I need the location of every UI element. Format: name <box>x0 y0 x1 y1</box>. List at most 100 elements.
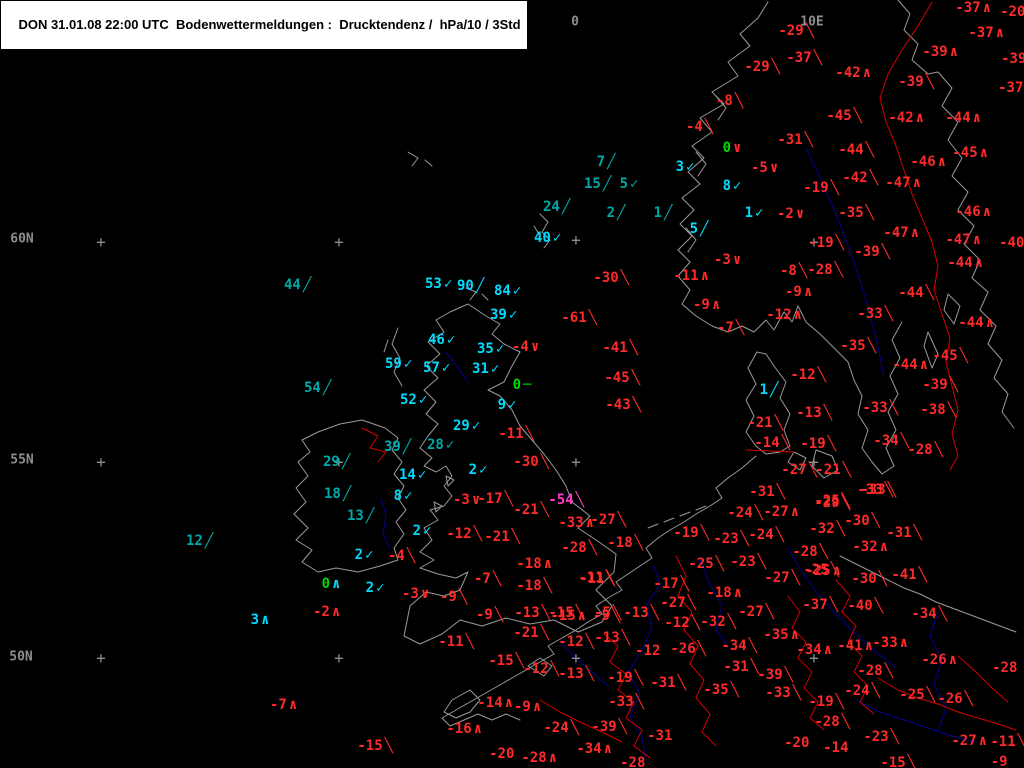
pressure-tendency-value: -41 <box>837 638 863 654</box>
pressure-tendency-value: -19 <box>607 670 633 686</box>
pressure-tendency-value: 15 <box>583 176 601 192</box>
tendency-symbol: ∧ <box>504 695 514 711</box>
tendency-symbol: ╲ <box>947 402 957 418</box>
station-report: -41 ╲ <box>602 341 638 355</box>
station-report: 5 ✓ <box>620 177 639 191</box>
pressure-tendency-value: 44 <box>283 277 301 293</box>
pressure-tendency-value: -34 <box>873 433 899 449</box>
pressure-tendency-value: -2 <box>312 604 330 620</box>
graticule-cross: + <box>334 648 344 668</box>
station-report: -13 ╲ <box>558 667 594 681</box>
station-report: -32 ╲ <box>809 522 845 536</box>
graticule-cross: + <box>334 232 344 252</box>
tendency-symbol: ╲ <box>687 595 697 611</box>
pressure-tendency-value: -21 <box>815 462 841 478</box>
station-report: -44 ∧ <box>958 316 994 330</box>
pressure-tendency-value: -27 <box>738 604 764 620</box>
station-report: -27 ∧ <box>951 734 987 748</box>
pressure-tendency-value: -25 <box>803 562 829 578</box>
station-report: -26 ∧ <box>921 653 957 667</box>
station-report: 35 ✓ <box>477 342 504 356</box>
pressure-tendency-value: 5 <box>619 176 629 192</box>
weather-map: ++++++++++++60N55N50N20W10W010E 17╱7╱15╱… <box>0 0 1024 768</box>
tendency-symbol: ╲ <box>805 23 815 39</box>
pressure-tendency-value: -27 <box>590 512 616 528</box>
tendency-symbol: ╱ <box>204 533 214 549</box>
pressure-tendency-value: 5 <box>689 221 699 237</box>
station-report: -39 ╲ <box>757 668 793 682</box>
pressure-tendency-value: -31 <box>886 525 912 541</box>
station-report: -24 ╲ <box>543 721 579 735</box>
pressure-tendency-value: -28 <box>992 660 1018 676</box>
station-report: 3 ✓ <box>676 160 695 174</box>
pressure-tendency-value: -5 <box>592 608 610 624</box>
tendency-symbol: ╱ <box>617 205 626 221</box>
station-report: -11 ╲ <box>498 427 534 441</box>
pressure-tendency-value: -33 <box>765 685 791 701</box>
pressure-tendency-value: 1 <box>744 205 754 221</box>
pressure-tendency-value: -9 <box>475 607 493 623</box>
pressure-tendency-value: 29 <box>452 418 470 434</box>
station-report: 0 ─ <box>513 378 532 392</box>
station-report: -27 ╲ <box>781 463 817 477</box>
pressure-tendency-value: -41 <box>602 340 628 356</box>
station-report: -11 ╲ <box>438 635 474 649</box>
tendency-symbol: ✓ <box>508 397 517 413</box>
station-report: -39 ╲ <box>591 720 627 734</box>
coast-great-britain <box>403 303 617 645</box>
pressure-tendency-value: -54 <box>548 492 574 508</box>
tendency-symbol: ╲ <box>540 454 550 470</box>
tendency-symbol: ╲ <box>871 683 881 699</box>
pressure-tendency-value: -13 <box>796 405 822 421</box>
station-report: -9 ╲ <box>440 590 467 604</box>
station-report: -32 ∧ <box>852 540 888 554</box>
tendency-symbol: ╲ <box>841 714 851 730</box>
pressure-tendency-value: 40 <box>533 230 551 246</box>
pressure-tendency-value: -61 <box>561 310 587 326</box>
pressure-tendency-value: 2 <box>354 547 364 563</box>
station-report: 28 ✓ <box>427 438 454 452</box>
pressure-tendency-value: 3 <box>675 159 685 175</box>
pressure-tendency-value: 59 <box>384 356 402 372</box>
pressure-tendency-value: -33 <box>857 306 883 322</box>
title-bar: DON 31.01.08 22:00 UTC Bodenwettermeldun… <box>0 0 528 50</box>
pressure-tendency-value: -12 <box>790 367 816 383</box>
tendency-symbol: ╲ <box>492 571 502 587</box>
station-report: -3 ∨ <box>714 253 741 267</box>
pressure-tendency-value: -34 <box>721 638 747 654</box>
station-report: -25 ╲ <box>688 557 724 571</box>
station-report: -31 ╲ <box>723 660 759 674</box>
station-report: -21 ╲ <box>484 530 520 544</box>
station-report: -7 ╲ <box>717 321 744 335</box>
station-report: -15 ╲ <box>880 756 916 768</box>
map-title: DON 31.01.08 22:00 UTC Bodenwettermeldun… <box>18 17 521 32</box>
tendency-symbol: ╱ <box>322 380 332 396</box>
tendency-symbol: ∧ <box>700 268 710 284</box>
tendency-symbol: ✓ <box>686 159 695 175</box>
pressure-tendency-value: -11 <box>498 426 524 442</box>
pressure-tendency-value: -45 <box>826 108 852 124</box>
station-report: -45 ∧ <box>952 146 988 160</box>
tendency-symbol: ╲ <box>830 180 840 196</box>
station-report: -42 ∧ <box>888 111 924 125</box>
tendency-symbol: ╲ <box>700 525 710 541</box>
tendency-symbol: ╲ <box>829 597 839 613</box>
pressure-tendency-value: -30 <box>593 270 619 286</box>
pressure-tendency-value: -43 <box>605 397 631 413</box>
tendency-symbol: ∨ <box>795 206 805 222</box>
station-report: -17 ╲ <box>653 577 689 591</box>
tendency-symbol: ∧ <box>793 307 803 323</box>
station-report: -40 ╲ <box>847 599 883 613</box>
tendency-symbol: ╲ <box>588 310 598 326</box>
tendency-symbol: ╲ <box>925 74 935 90</box>
pressure-tendency-value: -40 <box>847 598 873 614</box>
tendency-symbol: ∧ <box>978 733 988 749</box>
pressure-tendency-value: -13 <box>514 605 540 621</box>
station-report: -47 ∧ <box>883 226 919 240</box>
station-report: -29 ╲ <box>814 496 850 510</box>
station-report: -31 ╲ <box>777 133 813 147</box>
graticule-label: 55N <box>10 452 34 468</box>
tendency-symbol: ╲ <box>907 755 917 768</box>
tendency-symbol: ╲ <box>774 415 784 431</box>
station-report: -9 ∧ <box>693 298 720 312</box>
